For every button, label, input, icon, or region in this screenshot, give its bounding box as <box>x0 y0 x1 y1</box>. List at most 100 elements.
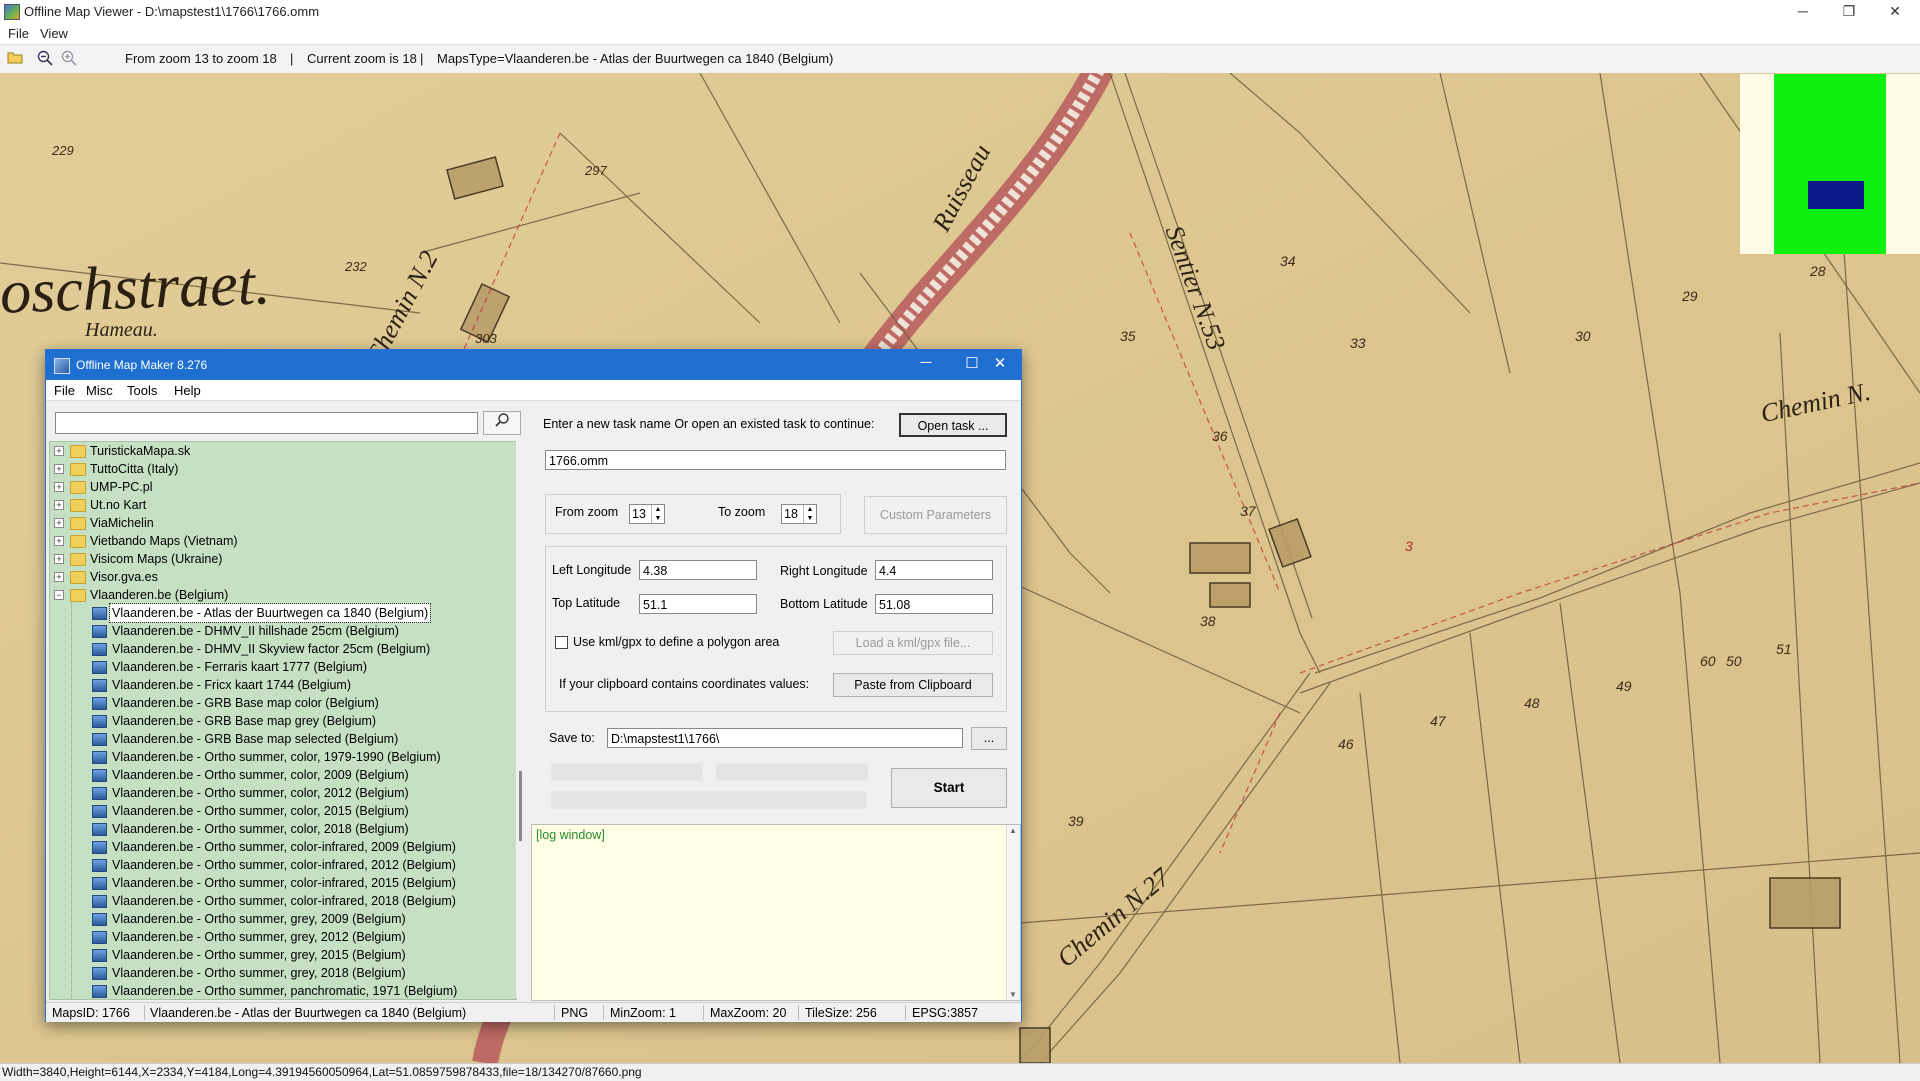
stepper-up-icon[interactable]: ▲ <box>803 505 816 514</box>
tree-folder[interactable]: + Visor.gva.es <box>50 568 510 586</box>
tree-item[interactable]: Vlaanderen.be - Ortho summer, color, 201… <box>50 784 510 802</box>
dialog-menu-misc[interactable]: Misc <box>86 383 113 398</box>
right-longitude-input[interactable]: 4.4 <box>875 560 993 580</box>
dialog-menu-file[interactable]: File <box>54 383 75 398</box>
scroll-up-icon[interactable]: ▲ <box>1009 826 1017 835</box>
menu-file[interactable]: File <box>8 26 29 41</box>
restore-button[interactable]: ❐ <box>1826 0 1872 24</box>
log-window[interactable]: [log window] ▲ ▼ <box>531 824 1021 1001</box>
tree-item[interactable]: Vlaanderen.be - Ortho summer, color-infr… <box>50 874 510 892</box>
expand-icon[interactable]: + <box>54 536 64 546</box>
tree-item[interactable]: Vlaanderen.be - GRB Base map color (Belg… <box>50 694 510 712</box>
tree-folder[interactable]: + Ut.no Kart <box>50 496 510 514</box>
paste-clipboard-button[interactable]: Paste from Clipboard <box>833 673 993 697</box>
task-prompt-label: Enter a new task name Or open an existed… <box>543 417 875 431</box>
dialog-menu-help[interactable]: Help <box>174 383 201 398</box>
stepper-up-icon[interactable]: ▲ <box>651 505 664 514</box>
expand-icon[interactable]: + <box>54 500 64 510</box>
kml-checkbox[interactable] <box>555 636 568 649</box>
status-map-name: Vlaanderen.be - Atlas der Buurtwegen ca … <box>150 1006 467 1020</box>
tree-item[interactable]: Vlaanderen.be - Ortho summer, color-infr… <box>50 892 510 910</box>
tree-folder[interactable]: + Visicom Maps (Ukraine) <box>50 550 510 568</box>
current-zoom-text: Current zoom is 18 <box>307 51 417 66</box>
tree-item[interactable]: Vlaanderen.be - DHMV_II Skyview factor 2… <box>50 640 510 658</box>
tree-item[interactable]: Vlaanderen.be - DHMV_II hillshade 25cm (… <box>50 622 510 640</box>
tree-item[interactable]: Vlaanderen.be - Ferraris kaart 1777 (Bel… <box>50 658 510 676</box>
expand-icon[interactable]: + <box>54 518 64 528</box>
save-path-input[interactable]: D:\mapstest1\1766\ <box>607 728 963 748</box>
left-longitude-input[interactable]: 4.38 <box>639 560 757 580</box>
map-icon <box>92 625 107 638</box>
tree-item[interactable]: Vlaanderen.be - Ortho summer, grey, 2015… <box>50 946 510 964</box>
tree-folder[interactable]: + Vietbando Maps (Vietnam) <box>50 532 510 550</box>
tree-scrollbar[interactable] <box>516 441 526 998</box>
map-icon <box>92 985 107 998</box>
stepper-down-icon[interactable]: ▼ <box>803 514 816 523</box>
start-button[interactable]: Start <box>891 768 1007 808</box>
tree-folder[interactable]: + TuttoCitta (Italy) <box>50 460 510 478</box>
top-latitude-input[interactable]: 51.1 <box>639 594 757 614</box>
expand-icon[interactable]: + <box>54 572 64 582</box>
tree-item-label: Vlaanderen.be - GRB Base map color (Belg… <box>112 696 379 710</box>
search-button[interactable] <box>483 411 521 435</box>
dialog-close-button[interactable]: ✕ <box>980 354 1020 372</box>
tree-folder[interactable]: + UMP-PC.pl <box>50 478 510 496</box>
tree-folder[interactable]: − Vlaanderen.be (Belgium) <box>50 586 510 604</box>
tree-item[interactable]: Vlaanderen.be - Ortho summer, panchromat… <box>50 982 510 999</box>
scrollbar-thumb[interactable] <box>519 771 522 841</box>
zoom-in-icon[interactable] <box>60 50 78 68</box>
tree-item[interactable]: Vlaanderen.be - Ortho summer, color-infr… <box>50 838 510 856</box>
map-icon <box>92 859 107 872</box>
expand-icon[interactable]: + <box>54 482 64 492</box>
close-button[interactable]: ✕ <box>1872 0 1918 24</box>
tree-item-label: Vlaanderen.be - Ortho summer, grey, 2018… <box>112 966 406 980</box>
tree-item[interactable]: Vlaanderen.be - Ortho summer, grey, 2012… <box>50 928 510 946</box>
log-scrollbar[interactable]: ▲ ▼ <box>1006 825 1020 1000</box>
tree-item-selected[interactable]: Vlaanderen.be - Atlas der Buurtwegen ca … <box>50 603 510 623</box>
status-min-zoom: MinZoom: 1 <box>610 1006 676 1020</box>
scroll-down-icon[interactable]: ▼ <box>1009 990 1017 999</box>
expand-icon[interactable]: + <box>54 464 64 474</box>
tree-item[interactable]: Vlaanderen.be - Ortho summer, color, 200… <box>50 766 510 784</box>
dialog-minimize-button[interactable]: ─ <box>906 354 946 371</box>
tree-folder[interactable]: + TuristickaMapa.sk <box>50 442 510 460</box>
expand-icon[interactable]: + <box>54 446 64 456</box>
stepper-down-icon[interactable]: ▼ <box>651 514 664 523</box>
to-zoom-stepper[interactable]: 18 ▲ ▼ <box>781 504 817 524</box>
folder-open-icon <box>70 589 86 602</box>
map-icon <box>92 607 107 620</box>
overview-viewport[interactable] <box>1808 181 1864 209</box>
map-icon <box>92 895 107 908</box>
maps-tree[interactable]: + TuristickaMapa.sk + TuttoCitta (Italy) +… <box>49 441 517 1000</box>
from-zoom-stepper[interactable]: 13 ▲ ▼ <box>629 504 665 524</box>
tree-item[interactable]: Vlaanderen.be - Ortho summer, color, 201… <box>50 820 510 838</box>
overview-minimap[interactable] <box>1740 74 1920 254</box>
open-task-button[interactable]: Open task ... <box>899 413 1007 437</box>
tree-item[interactable]: Vlaanderen.be - Ortho summer, color, 197… <box>50 748 510 766</box>
custom-parameters-button[interactable]: Custom Parameters <box>864 496 1007 534</box>
tree-item[interactable]: Vlaanderen.be - Ortho summer, color, 201… <box>50 802 510 820</box>
minimize-button[interactable]: ─ <box>1780 0 1826 24</box>
menu-view[interactable]: View <box>40 26 68 41</box>
tree-item[interactable]: Vlaanderen.be - GRB Base map grey (Belgi… <box>50 712 510 730</box>
tree-item[interactable]: Vlaanderen.be - Fricx kaart 1744 (Belgiu… <box>50 676 510 694</box>
top-latitude-label: Top Latitude <box>552 596 621 610</box>
load-kml-button[interactable]: Load a kml/gpx file... <box>833 631 993 655</box>
expand-icon[interactable]: + <box>54 554 64 564</box>
bottom-latitude-input[interactable]: 51.08 <box>875 594 993 614</box>
collapse-icon[interactable]: − <box>54 590 64 600</box>
browse-button[interactable]: ... <box>971 727 1007 750</box>
tree-item[interactable]: Vlaanderen.be - Ortho summer, grey, 2009… <box>50 910 510 928</box>
tree-item[interactable]: Vlaanderen.be - GRB Base map selected (B… <box>50 730 510 748</box>
dialog-menu-tools[interactable]: Tools <box>127 383 157 398</box>
tree-folder[interactable]: + ViaMichelin <box>50 514 510 532</box>
folder-icon <box>70 571 86 584</box>
parcel-number: 49 <box>1616 678 1632 694</box>
tree-item-label: Vlaanderen.be - Ortho summer, color, 200… <box>112 768 409 782</box>
zoom-out-icon[interactable] <box>36 50 54 68</box>
task-name-input[interactable]: 1766.omm <box>545 450 1006 470</box>
tree-item[interactable]: Vlaanderen.be - Ortho summer, color-infr… <box>50 856 510 874</box>
search-input[interactable] <box>55 412 478 434</box>
folder-open-icon[interactable] <box>6 50 24 68</box>
tree-item[interactable]: Vlaanderen.be - Ortho summer, grey, 2018… <box>50 964 510 982</box>
